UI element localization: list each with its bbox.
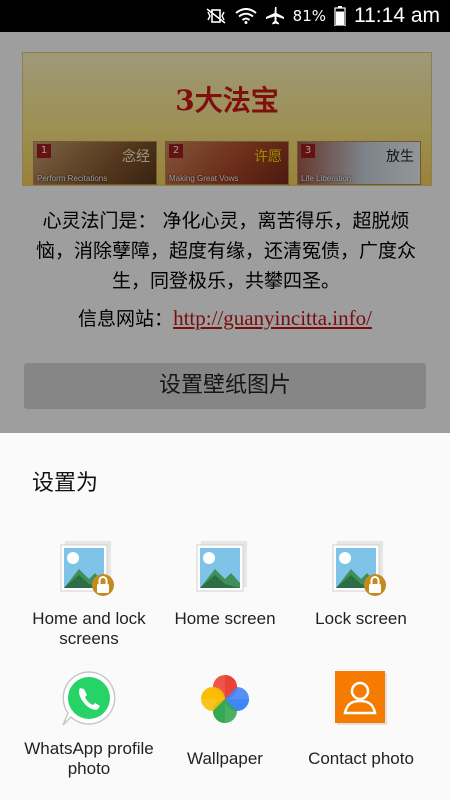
option-lock-screen[interactable]: Lock screen — [286, 539, 436, 629]
home-lock-gallery-icon — [59, 539, 119, 599]
lock-gallery-icon — [331, 539, 391, 599]
option-whatsapp-profile-photo[interactable]: WhatsApp profile photo — [14, 669, 164, 779]
google-photos-icon — [195, 669, 255, 729]
clock: 11:14 am — [354, 4, 440, 27]
option-label: Lock screen — [315, 609, 407, 628]
option-home-and-lock-screens[interactable]: Home and lock screens — [14, 539, 164, 649]
option-home-screen[interactable]: Home screen — [150, 539, 300, 629]
contact-icon — [331, 669, 391, 729]
status-bar: 81% 11:14 am — [0, 0, 450, 32]
option-wallpaper[interactable]: Wallpaper — [150, 669, 300, 769]
set-as-sheet: 设置为 Home and lock screens Home screen Lo… — [0, 433, 450, 800]
option-label: WhatsApp profile photo — [24, 739, 154, 778]
option-contact-photo[interactable]: Contact photo — [286, 669, 436, 769]
sheet-title: 设置为 — [32, 471, 99, 496]
option-label: Home and lock screens — [32, 609, 146, 648]
option-label: Home screen — [174, 609, 276, 628]
battery-percent: 81% — [292, 7, 326, 25]
battery-icon — [334, 6, 346, 26]
option-label: Contact photo — [308, 749, 414, 768]
whatsapp-icon — [59, 669, 119, 729]
home-gallery-icon — [195, 539, 255, 599]
wifi-icon — [235, 8, 257, 24]
dim-overlay[interactable] — [0, 32, 450, 433]
mute-vibrate-icon — [205, 8, 227, 24]
airplane-icon — [265, 7, 285, 25]
option-label: Wallpaper — [187, 749, 263, 768]
